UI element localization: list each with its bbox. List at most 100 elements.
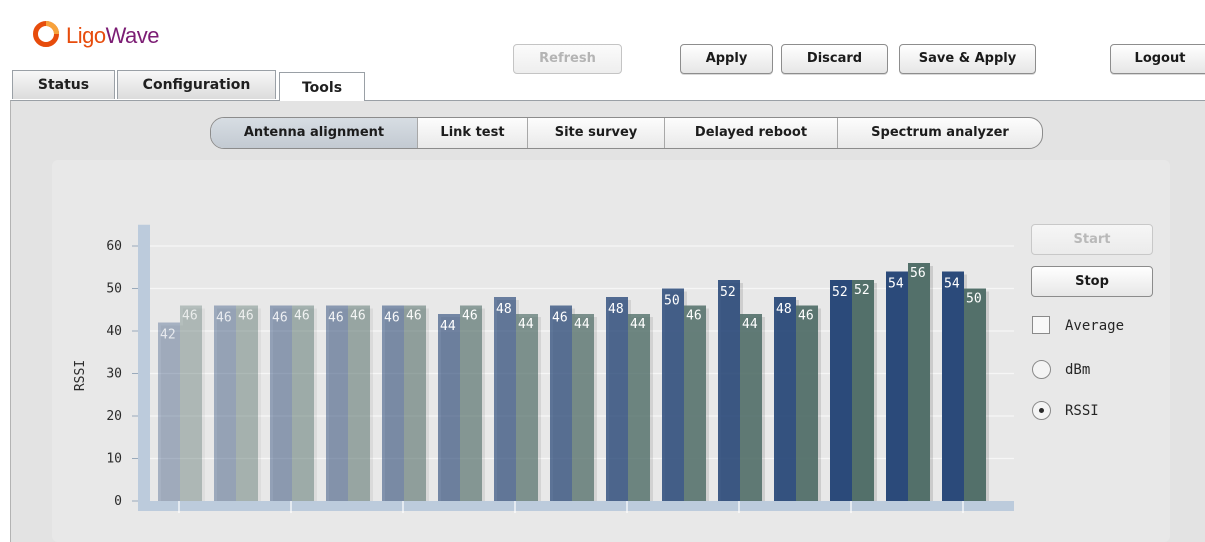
logout-button[interactable]: Logout	[1110, 44, 1205, 74]
bar-value-label: 46	[216, 311, 232, 326]
bar-value-label: 46	[328, 311, 344, 326]
rssi-bar-series2	[516, 314, 538, 501]
logo-text-part2: Wave	[105, 23, 160, 48]
dbm-radio[interactable]	[1032, 360, 1051, 379]
rssi-bar-series2	[292, 305, 314, 501]
ligowave-logo-icon	[33, 21, 59, 47]
bar-value-label: 44	[518, 317, 534, 332]
rssi-bar-series1	[326, 305, 348, 501]
bar-value-label: 52	[832, 285, 848, 300]
logo-text-part1: Ligo	[66, 23, 106, 48]
bar-value-label: 50	[966, 292, 982, 307]
rssi-radio-selected-dot	[1039, 408, 1044, 413]
y-axis-label: RSSI	[73, 360, 88, 391]
rssi-bar-series1	[158, 322, 180, 501]
rssi-bar-series1	[382, 305, 404, 501]
y-tick-label: 40	[106, 324, 122, 339]
rssi-bar-series1	[550, 305, 572, 501]
rssi-bar-series2	[348, 305, 370, 501]
tab-status[interactable]: Status	[12, 70, 115, 99]
stop-button[interactable]: Stop	[1031, 266, 1153, 297]
rssi-bar-series2	[628, 314, 650, 501]
x-axis-strip	[138, 501, 1014, 511]
bar-value-label: 46	[552, 311, 568, 326]
bar-value-label: 52	[854, 283, 870, 298]
bar-value-label: 56	[910, 266, 926, 281]
rssi-bar-series1	[886, 271, 908, 501]
rssi-bar-series1	[270, 305, 292, 501]
rssi-bar-series1	[438, 314, 460, 501]
rssi-radio[interactable]	[1032, 401, 1051, 420]
rssi-bar-series2	[404, 305, 426, 501]
y-tick-label: 30	[106, 367, 122, 382]
rssi-label: RSSI	[1065, 403, 1099, 419]
bar-value-label: 42	[160, 328, 176, 343]
bar-value-label: 54	[944, 277, 960, 292]
subtab-link-test[interactable]: Link test	[418, 118, 528, 148]
start-button[interactable]: Start	[1031, 224, 1153, 255]
rssi-bar-series2	[684, 305, 706, 501]
tab-configuration[interactable]: Configuration	[117, 70, 276, 99]
dbm-option[interactable]: dBm	[1032, 359, 1132, 381]
discard-button[interactable]: Discard	[781, 44, 888, 74]
rssi-option[interactable]: RSSI	[1032, 400, 1132, 422]
bar-value-label: 46	[182, 309, 198, 324]
average-label: Average	[1065, 318, 1125, 334]
logo-wordmark: LigoWave	[66, 23, 160, 49]
average-checkbox[interactable]	[1032, 316, 1050, 334]
average-option[interactable]: Average	[1032, 315, 1152, 337]
rssi-bar-series2	[460, 305, 482, 501]
y-tick-label: 60	[106, 239, 122, 254]
rssi-bar-series1	[942, 271, 964, 501]
bar-value-label: 48	[776, 302, 792, 317]
subtab-delayed-reboot[interactable]: Delayed reboot	[665, 118, 838, 148]
rssi-bar-series2	[572, 314, 594, 501]
dbm-label: dBm	[1065, 362, 1091, 378]
rssi-bar-series1	[494, 297, 516, 501]
y-tick-label: 0	[114, 494, 122, 509]
rssi-bar-series2	[796, 305, 818, 501]
bar-value-label: 46	[406, 309, 422, 324]
bar-value-label: 46	[294, 309, 310, 324]
bar-value-label: 46	[384, 311, 400, 326]
bar-value-label: 44	[630, 317, 646, 332]
bar-value-label: 46	[350, 309, 366, 324]
apply-button[interactable]: Apply	[680, 44, 773, 74]
bar-value-label: 46	[272, 311, 288, 326]
rssi-bar-series2	[908, 263, 930, 501]
y-tick-label: 50	[106, 282, 122, 297]
antenna-alignment-chart-area: 0 10 20 30 40 50 60 RSSI 42 46 46 46 46 46 46 46 46 46 44 4…	[52, 160, 1170, 542]
bar-value-label: 46	[462, 309, 478, 324]
rssi-bar-series1	[662, 288, 684, 501]
save-apply-button[interactable]: Save & Apply	[899, 44, 1036, 74]
bar-value-label: 44	[574, 317, 590, 332]
refresh-button[interactable]: Refresh	[513, 44, 622, 74]
subtab-antenna-alignment[interactable]: Antenna alignment	[211, 118, 418, 148]
rssi-bar-series1	[606, 297, 628, 501]
bar-value-label: 46	[238, 309, 254, 324]
subtab-spectrum-analyzer[interactable]: Spectrum analyzer	[838, 118, 1042, 148]
bar-value-label: 48	[608, 302, 624, 317]
bar-value-label: 44	[440, 319, 456, 334]
rssi-bar-series1	[718, 280, 740, 501]
tab-tools[interactable]: Tools	[279, 72, 365, 101]
rssi-bar-series2	[852, 280, 874, 501]
bar-value-label: 46	[686, 309, 702, 324]
y-tick-label: 10	[106, 452, 122, 467]
subtab-site-survey[interactable]: Site survey	[528, 118, 665, 148]
y-tick-label: 20	[106, 409, 122, 424]
header-bar: LigoWave Status Configuration Tools Refr…	[0, 0, 1205, 101]
bar-value-label: 44	[742, 317, 758, 332]
bar-value-label: 46	[798, 309, 814, 324]
rssi-bar-series2	[740, 314, 762, 501]
rssi-bar-series2	[236, 305, 258, 501]
rssi-bar-series2	[180, 305, 202, 501]
tool-subtabs: Antenna alignment Link test Site survey …	[210, 117, 1043, 149]
rssi-bar-series2	[964, 288, 986, 501]
y-axis-strip	[138, 224, 150, 511]
rssi-bar-chart: 0 10 20 30 40 50 60 RSSI 42 46 46 46 46 46 46 46 46 46 44 4…	[73, 224, 1014, 513]
bar-value-label: 50	[664, 294, 680, 309]
rssi-bar-series1	[774, 297, 796, 501]
bar-value-label: 54	[888, 277, 904, 292]
bar-value-label: 52	[720, 285, 736, 300]
